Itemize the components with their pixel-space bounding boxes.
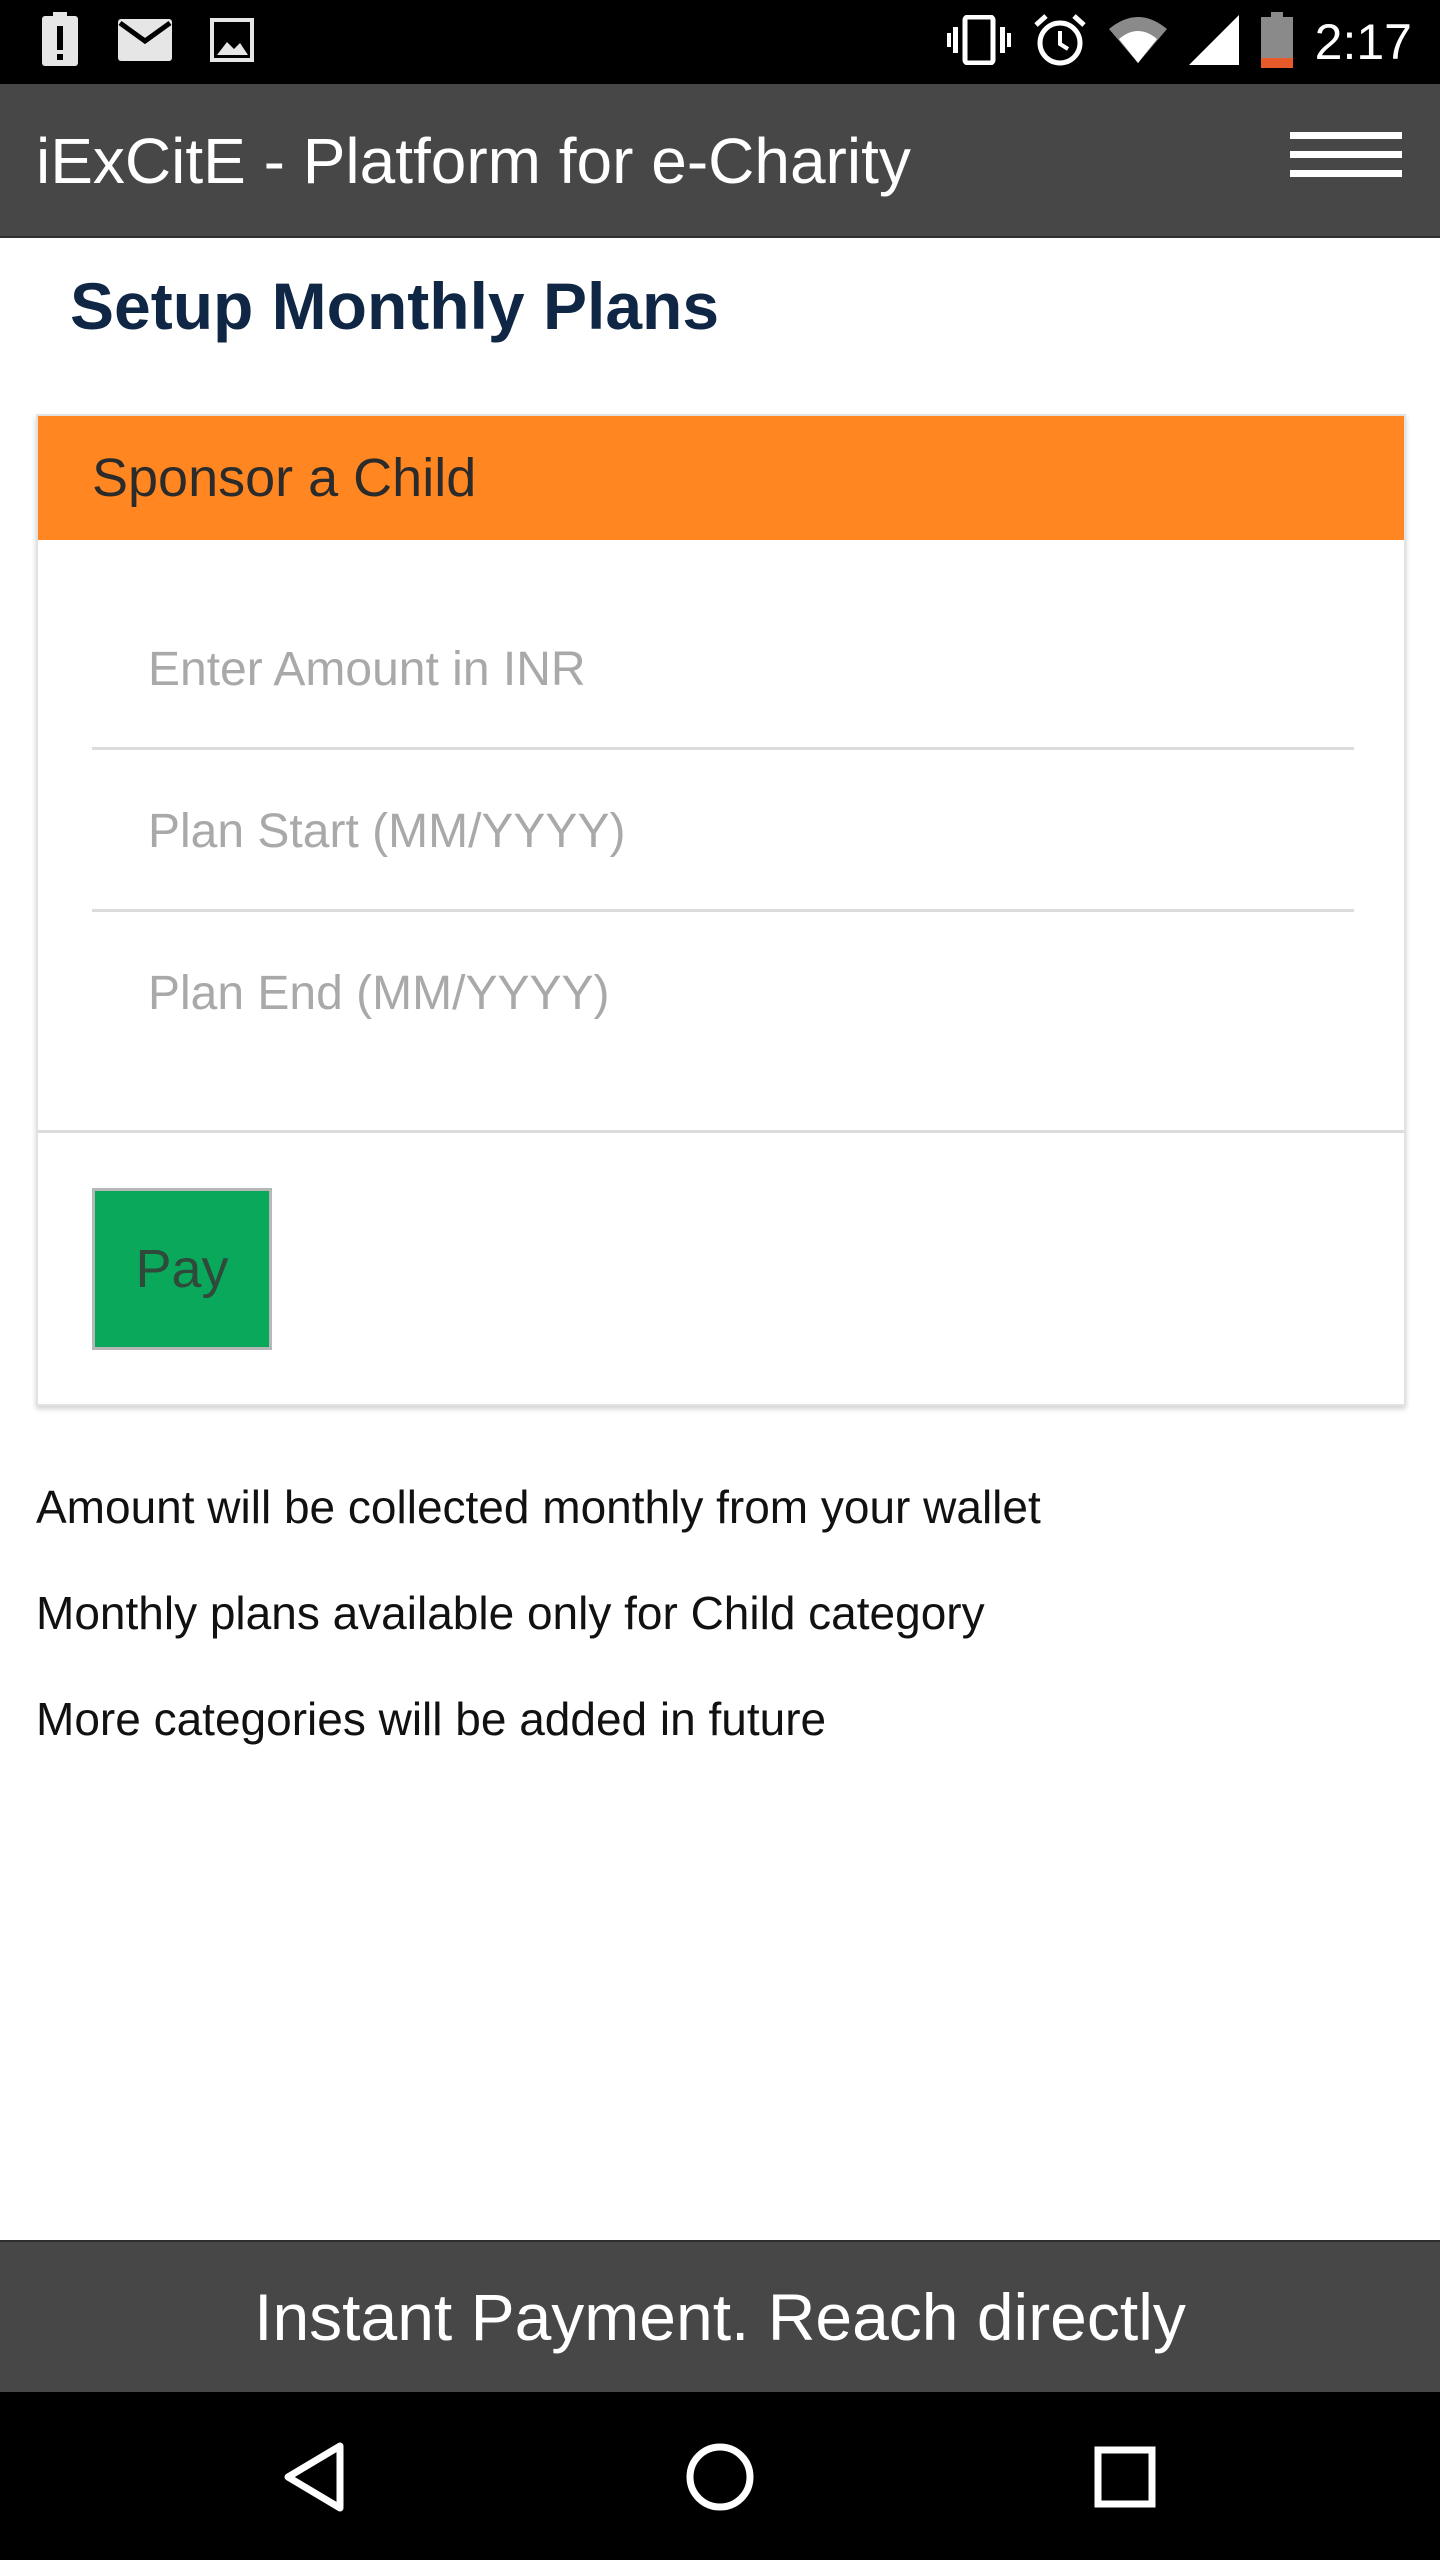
hamburger-menu-icon[interactable] <box>1290 132 1410 192</box>
back-icon[interactable] <box>270 2432 360 2522</box>
image-icon <box>210 17 254 67</box>
pay-button[interactable]: Pay <box>92 1188 272 1350</box>
plan-start-field <box>92 754 1354 912</box>
plan-end-field <box>92 914 1354 1072</box>
vibrate-icon <box>946 14 1011 70</box>
alert-icon <box>40 11 80 73</box>
alarm-icon <box>1033 13 1087 72</box>
status-bar-notifications <box>40 11 254 73</box>
plan-start-input[interactable] <box>92 754 1354 909</box>
mail-icon <box>118 18 172 66</box>
plan-end-input[interactable] <box>92 914 1354 1072</box>
app-bar: iExCitE - Platform for e-Charity <box>0 84 1440 238</box>
app-title: iExCitE - Platform for e-Charity <box>36 125 911 197</box>
battery-low-icon <box>1260 11 1293 73</box>
bottom-banner: Instant Payment. Reach directly <box>0 2240 1440 2392</box>
amount-field <box>92 592 1354 750</box>
card-header: Sponsor a Child <box>38 416 1404 540</box>
system-nav-bar <box>0 2392 1440 2560</box>
amount-input[interactable] <box>92 592 1354 747</box>
wifi-icon <box>1108 16 1167 68</box>
status-bar-system: 2:17 <box>946 10 1412 74</box>
clock-time: 2:17 <box>1314 14 1412 70</box>
info-line-future: More categories will be added in future <box>36 1693 827 1745</box>
home-icon[interactable] <box>675 2432 765 2522</box>
page-title: Setup Monthly Plans <box>70 269 720 343</box>
info-line-wallet: Amount will be collected monthly from yo… <box>36 1481 1041 1533</box>
recents-icon[interactable] <box>1080 2432 1170 2522</box>
sponsor-card: Sponsor a Child Pay <box>36 414 1406 1406</box>
info-line-category: Monthly plans available only for Child c… <box>36 1587 985 1639</box>
status-bar: 2:17 <box>0 0 1440 84</box>
signal-icon <box>1188 14 1239 70</box>
card-divider <box>38 1130 1404 1133</box>
